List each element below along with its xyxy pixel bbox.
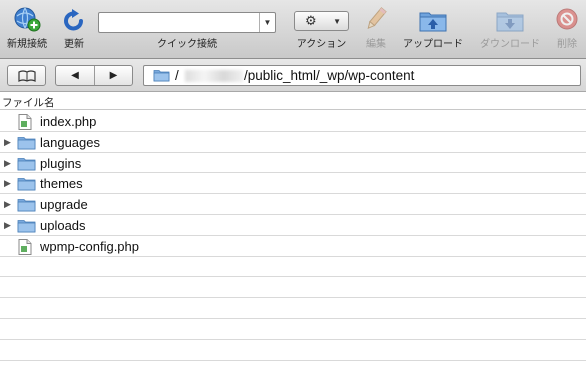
item-name: languages: [40, 134, 100, 150]
action-label: アクション: [296, 39, 347, 50]
php-file-icon: [18, 114, 32, 130]
action-menu-button[interactable]: ⚙ ▼ アクション: [290, 0, 353, 58]
item-name: wpmp-config.php: [40, 238, 139, 254]
refresh-arrow-icon: [64, 9, 83, 31]
php-file-icon: [18, 238, 32, 255]
empty-row: [0, 277, 586, 299]
toolbar: 新規接続 更新 ▼ クイック接続 ⚙ ▼ アクション 編集 アップロード ダウン…: [0, 0, 586, 58]
quick-connect-label: クイック接続: [157, 39, 217, 50]
list-item-languages[interactable]: ▶ languages: [0, 132, 586, 153]
folder-icon: [17, 157, 36, 170]
download-label: ダウンロード: [480, 39, 540, 50]
delete-label: 削除: [557, 39, 577, 50]
disclosure-triangle-icon[interactable]: ▶: [4, 220, 11, 230]
list-item-index-php[interactable]: index.php: [0, 111, 586, 132]
new-connection-label: 新規接続: [7, 39, 47, 50]
folder-icon: [17, 199, 36, 212]
delete-icon: [556, 8, 578, 30]
disclosure-triangle-icon[interactable]: ▶: [4, 178, 11, 188]
download-button[interactable]: ダウンロード: [474, 0, 546, 58]
column-header-label: ファイル名: [2, 97, 55, 109]
refresh-label: 更新: [64, 39, 84, 50]
empty-row: [0, 361, 586, 379]
upload-folder-icon: [419, 12, 447, 32]
item-name: upgrade: [40, 197, 88, 213]
new-connection-button[interactable]: 新規接続: [2, 0, 52, 58]
filename-column-header[interactable]: ファイル名: [0, 92, 586, 110]
list-item-themes[interactable]: ▶ themes: [0, 173, 586, 195]
back-button[interactable]: ◀: [56, 66, 94, 85]
path-field[interactable]: / /public_html/_wp/wp-content: [143, 65, 581, 86]
redacted-hostname: [185, 70, 243, 82]
upload-label: アップロード: [403, 39, 463, 50]
folder-icon: [17, 178, 36, 191]
folder-icon: [17, 220, 36, 233]
quick-connect-input[interactable]: [99, 13, 258, 32]
item-name: uploads: [40, 217, 86, 233]
empty-row: [0, 298, 586, 319]
history-segmented-control[interactable]: ◀ ▶: [55, 65, 133, 86]
globe-plus-icon: [14, 7, 41, 32]
path-prefix: /: [175, 68, 179, 83]
empty-row: [0, 319, 586, 340]
forward-button[interactable]: ▶: [95, 66, 132, 85]
action-popup[interactable]: ⚙ ▼: [294, 11, 349, 31]
gear-icon: ⚙: [305, 13, 317, 28]
book-icon: [8, 66, 45, 85]
empty-row: [0, 257, 586, 278]
item-name: index.php: [40, 114, 97, 129]
edit-label: 編集: [366, 39, 386, 50]
edit-button[interactable]: 編集: [359, 0, 393, 58]
navigation-bar: ◀ ▶ / /public_html/_wp/wp-content: [0, 59, 586, 92]
empty-row: [0, 340, 586, 361]
quick-connect-combo[interactable]: ▼: [98, 12, 276, 33]
list-item-plugins[interactable]: ▶ plugins: [0, 153, 586, 174]
refresh-button[interactable]: 更新: [56, 0, 92, 58]
file-list: index.php ▶ languages ▶ plugins ▶ themes…: [0, 111, 586, 379]
item-name: themes: [40, 176, 83, 192]
chevron-down-icon: ▼: [333, 17, 341, 26]
folder-icon: [153, 70, 170, 82]
item-name: plugins: [40, 155, 82, 171]
list-item-uploads[interactable]: ▶ uploads: [0, 215, 586, 236]
delete-button[interactable]: 削除: [550, 0, 584, 58]
upload-button[interactable]: アップロード: [398, 0, 468, 58]
list-item-wpmp-config-php[interactable]: wpmp-config.php: [0, 236, 586, 257]
pencil-icon: [367, 7, 387, 30]
chevron-down-icon[interactable]: ▼: [259, 13, 275, 32]
disclosure-triangle-icon[interactable]: ▶: [4, 199, 11, 209]
folder-icon: [17, 136, 36, 150]
download-folder-icon: [496, 12, 524, 32]
list-item-upgrade[interactable]: ▶ upgrade: [0, 194, 586, 215]
path-text: /public_html/_wp/wp-content: [244, 68, 415, 83]
disclosure-triangle-icon[interactable]: ▶: [4, 158, 11, 168]
disclosure-triangle-icon[interactable]: ▶: [4, 137, 11, 147]
bookmarks-toggle[interactable]: [7, 65, 46, 86]
